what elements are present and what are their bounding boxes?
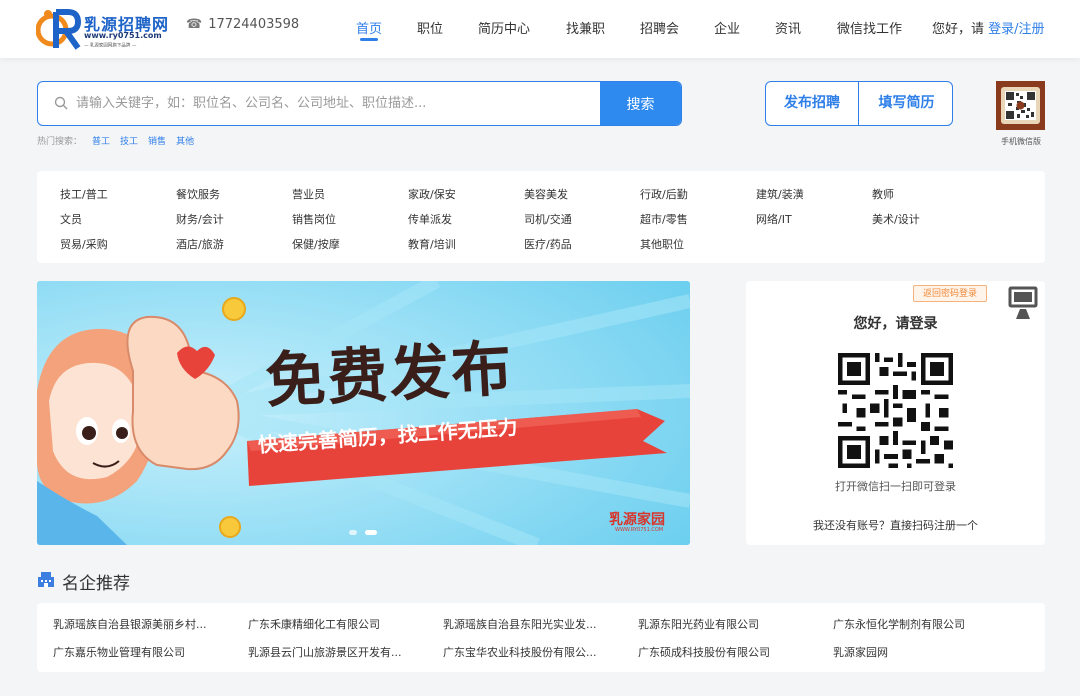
- register-link[interactable]: 我还没有账号？直接扫码注册一个: [746, 517, 1045, 533]
- category-link[interactable]: 传单派发: [408, 211, 452, 227]
- action-buttons: 发布招聘 填写简历: [765, 81, 953, 126]
- category-link[interactable]: 家政/保安: [408, 186, 456, 202]
- company-link[interactable]: 广东永恒化学制剂有限公司: [833, 616, 965, 632]
- hot-keyword[interactable]: 其他: [176, 137, 194, 147]
- nav-home[interactable]: 首页: [356, 18, 382, 37]
- carousel-dot-active[interactable]: [365, 530, 377, 535]
- building-icon: [38, 572, 54, 587]
- job-category-panel: 技工/普工 餐饮服务 营业员 家政/保安 美容美发 行政/后勤 建筑/装潢 教师…: [37, 171, 1045, 263]
- company-link[interactable]: 乳源县云门山旅游景区开发有...: [248, 644, 402, 660]
- fill-resume-button[interactable]: 填写简历: [860, 82, 952, 125]
- search-button[interactable]: 搜索: [600, 82, 681, 125]
- nav-companies[interactable]: 企业: [714, 18, 740, 37]
- company-link[interactable]: 广东宝华农业科技股份有限公...: [443, 644, 597, 660]
- company-link[interactable]: 乳源瑶族自治县银源美丽乡村...: [53, 616, 207, 632]
- password-login-link[interactable]: 返回密码登录: [913, 285, 988, 302]
- category-link[interactable]: 网络/IT: [756, 211, 792, 227]
- category-link[interactable]: 酒店/旅游: [176, 236, 224, 252]
- logo-url: www.ry0751.com: [84, 31, 162, 40]
- nav-job-fair[interactable]: 招聘会: [640, 18, 679, 37]
- category-link[interactable]: 美容美发: [524, 186, 568, 202]
- nav-resume-center[interactable]: 简历中心: [478, 18, 530, 37]
- company-link[interactable]: 广东禾康精细化工有限公司: [248, 616, 380, 632]
- company-link[interactable]: 乳源家园网: [833, 644, 888, 660]
- nav-jobs[interactable]: 职位: [417, 18, 443, 37]
- category-link[interactable]: 其他职位: [640, 236, 684, 252]
- category-link[interactable]: 超市/零售: [640, 211, 688, 227]
- search-input[interactable]: [76, 82, 636, 125]
- login-register-link[interactable]: 登录/注册: [988, 22, 1044, 37]
- category-link[interactable]: 贸易/采购: [60, 236, 108, 252]
- featured-companies-title: 名企推荐: [62, 574, 130, 594]
- banner-brand-url: WWW.RY0751.COM: [615, 527, 664, 533]
- category-link[interactable]: 行政/后勤: [640, 186, 688, 202]
- category-link[interactable]: 教师: [872, 186, 894, 202]
- phone-icon: ☎: [186, 17, 203, 32]
- category-link[interactable]: 建筑/装潢: [756, 186, 804, 202]
- mobile-qr-label: 手机微信版: [1001, 137, 1041, 146]
- featured-companies-list: 乳源瑶族自治县银源美丽乡村... 广东禾康精细化工有限公司 乳源瑶族自治县东阳光…: [37, 603, 1045, 672]
- login-title: 您好，请登录: [853, 316, 938, 332]
- category-link[interactable]: 技工/普工: [60, 186, 108, 202]
- nav-part-time[interactable]: 找兼职: [566, 18, 605, 37]
- hotline-number: 17724403598: [208, 17, 300, 32]
- company-link[interactable]: 广东硕成科技股份有限公司: [638, 644, 770, 660]
- nav-active-indicator: [360, 38, 378, 41]
- site-logo[interactable]: 乳源招聘网 www.ry0751.com — 乳源家园网旗下品牌 —: [36, 6, 168, 52]
- banner-title: 免费发布: [263, 334, 516, 417]
- nav-wechat-jobs[interactable]: 微信找工作: [837, 18, 902, 37]
- category-link[interactable]: 美术/设计: [872, 211, 920, 227]
- category-link[interactable]: 教育/培训: [408, 236, 456, 252]
- category-link[interactable]: 医疗/药品: [524, 236, 572, 252]
- category-link[interactable]: 销售岗位: [292, 211, 336, 227]
- hotline: ☎ 17724403598: [186, 17, 299, 32]
- category-link[interactable]: 营业员: [292, 186, 325, 202]
- category-link[interactable]: 财务/会计: [176, 211, 224, 227]
- hot-search-label: 热门搜索：: [37, 137, 83, 147]
- hot-keyword[interactable]: 普工: [92, 137, 110, 147]
- site-header: 乳源招聘网 www.ry0751.com — 乳源家园网旗下品牌 — ☎ 1772…: [0, 0, 1080, 58]
- nav-news[interactable]: 资讯: [775, 18, 801, 37]
- hot-keyword[interactable]: 技工: [120, 137, 138, 147]
- greeting-text: 您好，请: [932, 22, 985, 37]
- category-link[interactable]: 餐饮服务: [176, 186, 220, 202]
- hot-keyword[interactable]: 销售: [148, 137, 166, 147]
- promo-banner[interactable]: 免费发布 快速完善简历，找工作无压力 乳源家园 WWW.RY0751.COM: [37, 281, 690, 545]
- category-link[interactable]: 司机/交通: [524, 211, 572, 227]
- scan-instruction: 打开微信扫一扫即可登录: [835, 480, 956, 493]
- login-panel: 返回密码登录 您好，请登录 打开微信扫一扫即可登录 我还没有账号？直接扫码注册一…: [746, 281, 1045, 545]
- header-login: 您好，请 登录/注册: [932, 18, 1045, 37]
- search-icon: [54, 96, 68, 110]
- company-link[interactable]: 广东嘉乐物业管理有限公司: [53, 644, 185, 660]
- logo-mark-icon: [36, 9, 81, 50]
- mobile-qr-code-icon[interactable]: [996, 81, 1045, 130]
- carousel-dot[interactable]: [349, 530, 357, 535]
- company-link[interactable]: 乳源瑶族自治县东阳光实业发...: [443, 616, 597, 632]
- search-bar: 搜索: [37, 81, 682, 126]
- category-link[interactable]: 保健/按摩: [292, 236, 340, 252]
- banner-brand: 乳源家园: [609, 512, 665, 528]
- logo-slogan: — 乳源家园网旗下品牌 —: [84, 42, 137, 49]
- wechat-login-qr-code: [838, 353, 953, 468]
- company-link[interactable]: 乳源东阳光药业有限公司: [638, 616, 759, 632]
- hot-searches: 热门搜索： 普工 技工 销售 其他: [37, 134, 194, 147]
- category-link[interactable]: 文员: [60, 211, 82, 227]
- post-job-button[interactable]: 发布招聘: [766, 82, 859, 125]
